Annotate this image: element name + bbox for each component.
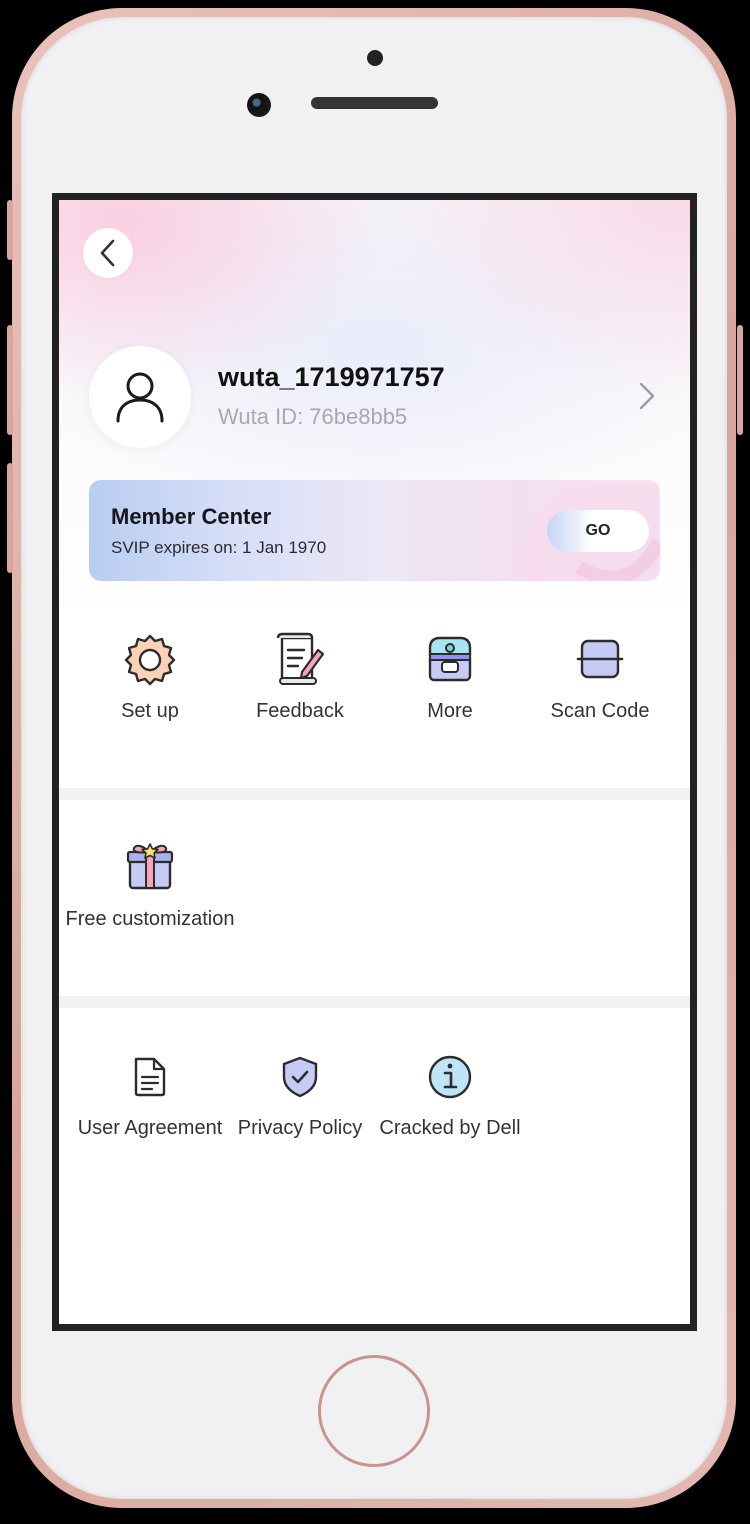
document-icon	[134, 1057, 166, 1097]
member-center-card[interactable]: Member Center SVIP expires on: 1 Jan 197…	[89, 480, 660, 581]
info-icon	[428, 1055, 472, 1099]
gear-icon	[124, 634, 176, 686]
user-id: Wuta ID: 76be8bb5	[218, 404, 408, 429]
avatar[interactable]	[89, 346, 191, 448]
privacy-policy-label: Privacy Policy	[237, 1117, 363, 1139]
earpiece-speaker	[311, 97, 438, 109]
volume-up-button	[7, 325, 13, 435]
gift-box-icon	[126, 843, 174, 890]
set-up-label: Set up	[121, 700, 179, 722]
app-screen: wuta_1719971757 Wuta ID: 76be8bb5 Member…	[59, 200, 690, 1324]
user-agreement-label: User Agreement	[77, 1117, 223, 1139]
shield-check-icon	[282, 1056, 318, 1098]
proximity-sensor	[367, 50, 383, 66]
free-customization-label: Free customization	[65, 908, 235, 930]
go-button[interactable]: GO	[547, 510, 649, 552]
scan-code-label: Scan Code	[550, 700, 650, 722]
more-button[interactable]: More	[389, 632, 511, 723]
feedback-button[interactable]: Feedback	[239, 632, 361, 723]
power-button	[737, 325, 743, 435]
privacy-policy-button[interactable]: Privacy Policy	[231, 1055, 369, 1140]
home-button[interactable]	[318, 1355, 430, 1467]
chevron-left-icon	[100, 239, 115, 267]
free-customization-button[interactable]: Free customization	[59, 840, 241, 931]
scroll-pen-icon	[276, 632, 325, 685]
front-camera	[247, 93, 271, 117]
username: wuta_1719971757	[218, 362, 445, 392]
section-divider	[59, 996, 690, 1008]
svip-expiry: SVIP expires on: 1 Jan 1970	[111, 538, 327, 557]
cracked-by-dell-button[interactable]: Cracked by Dell	[371, 1055, 529, 1140]
section-divider	[59, 788, 690, 800]
more-label: More	[427, 700, 473, 722]
treasure-chest-icon	[428, 636, 472, 682]
feedback-label: Feedback	[256, 700, 344, 722]
member-center-title: Member Center	[111, 504, 272, 529]
scan-code-button[interactable]: Scan Code	[539, 632, 661, 723]
set-up-button[interactable]: Set up	[89, 632, 211, 723]
user-agreement-button[interactable]: User Agreement	[69, 1055, 231, 1140]
user-icon	[116, 372, 164, 423]
chevron-right-icon[interactable]	[635, 380, 659, 412]
mute-switch	[7, 200, 13, 260]
back-button[interactable]	[83, 228, 133, 278]
volume-down-button	[7, 463, 13, 573]
cracked-by-dell-label: Cracked by Dell	[379, 1117, 521, 1139]
scan-icon	[576, 639, 624, 679]
